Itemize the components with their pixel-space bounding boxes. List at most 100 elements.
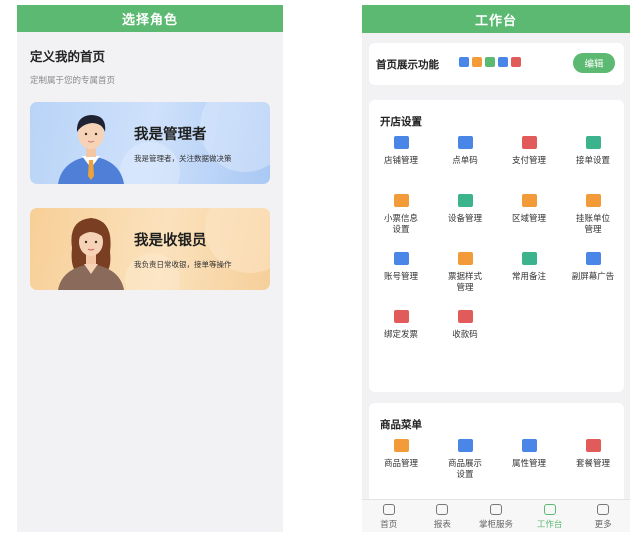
section-title: 商品菜单: [380, 419, 422, 431]
edit-button[interactable]: 编辑: [573, 53, 615, 73]
role-select-screen: 选择角色 定义我的首页 定制属于您的专属首页 我是管理者 我是管理者，关注数据做…: [17, 5, 283, 532]
grid-item-label: 票据样式 管理: [447, 272, 482, 293]
grid-item-label: 账号管理: [383, 272, 418, 282]
shop-settings-section: 开店设置 店铺管理 点单码 支付管理 接单设置小票信息 设置 设备管理 区域管理 挂账单位 …: [369, 100, 624, 392]
grid-item-label: 挂账单位 管理: [575, 214, 610, 235]
ticket-style-icon: [457, 252, 473, 265]
grid-item-label: 设备管理: [447, 214, 482, 224]
header-title: 选择角色: [17, 5, 283, 32]
grid-item-label: 商品展示 设置: [447, 459, 482, 480]
collect-code-icon: [457, 310, 473, 323]
tab-workbench[interactable]: 工作台: [523, 500, 577, 532]
grid-item-label: 接单设置: [575, 156, 610, 166]
grid-item-goods-display[interactable]: 商品展示 设置: [434, 439, 496, 481]
order-settings-icon: [585, 136, 601, 149]
role-text: 我是管理者 我是管理者，关注数据做决策: [134, 123, 232, 164]
grid-item-label: 小票信息 设置: [383, 214, 418, 235]
grid-item-label: 常用备注: [511, 272, 546, 282]
grid-item-account[interactable]: 账号管理: [370, 252, 432, 283]
grid-item-second-screen-ad[interactable]: 副屏幕广告: [562, 252, 624, 283]
grid-item-label: 套餐管理: [575, 459, 610, 469]
tab-report[interactable]: 报表: [416, 500, 470, 532]
tab-label: 工作台: [536, 520, 563, 530]
tab-home[interactable]: 首页: [362, 500, 416, 532]
female-cashier-avatar: [58, 218, 124, 290]
grid-item-order-settings[interactable]: 接单设置: [562, 136, 624, 167]
receipt-icon: [393, 194, 409, 207]
grid-item-credit-unit[interactable]: 挂账单位 管理: [562, 194, 624, 236]
invoice-icon: [393, 310, 409, 323]
goods-display-icon: [457, 439, 473, 452]
intro-block: 定义我的首页 定制属于您的专属首页: [17, 32, 283, 86]
feature-icon: [498, 57, 508, 67]
grid-item-store[interactable]: 店铺管理: [370, 136, 432, 167]
home-feature-card: 首页展示功能 编辑: [369, 43, 624, 85]
second-screen-ad-icon: [585, 252, 601, 265]
workbench-screen: 工作台 首页展示功能 编辑 开店设置 店铺管理 点单码 支付管理 接单设置小票信息 设…: [362, 5, 630, 532]
grid-item-label: 收款码: [452, 330, 478, 340]
role-title: 我是管理者: [134, 127, 207, 143]
area-icon: [521, 194, 537, 207]
grid-item-payment[interactable]: 支付管理: [498, 136, 560, 167]
role-desc: 我是管理者，关注数据做决策: [134, 154, 232, 163]
grid-item-area[interactable]: 区域管理: [498, 194, 560, 225]
report-icon: [436, 504, 449, 515]
feature-icon-strip: [459, 57, 521, 67]
home-icon: [382, 504, 395, 515]
grid-item-ticket-style[interactable]: 票据样式 管理: [434, 252, 496, 294]
payment-icon: [521, 136, 537, 149]
grid-item-invoice[interactable]: 绑定发票: [370, 310, 432, 341]
combo-icon: [585, 439, 601, 452]
credit-unit-icon: [585, 194, 601, 207]
grid-item-label: 属性管理: [511, 459, 546, 469]
bottom-tab-bar: 首页 报表 掌柜服务 工作台 更多: [362, 499, 630, 532]
intro-title: 定义我的首页: [30, 49, 106, 64]
grid-item-label: 区域管理: [511, 214, 546, 224]
workbench-icon: [543, 504, 556, 515]
goods-icon: [393, 439, 409, 452]
grid-item-qr-code[interactable]: 点单码: [434, 136, 496, 167]
tab-crown[interactable]: 掌柜服务: [469, 500, 523, 532]
crown-icon: [489, 504, 502, 515]
feature-icon: [472, 57, 482, 67]
qr-code-icon: [457, 136, 473, 149]
grid-item-note[interactable]: 常用备注: [498, 252, 560, 283]
grid-item-combo[interactable]: 套餐管理: [562, 439, 624, 470]
feature-icon: [511, 57, 521, 67]
header-title: 工作台: [362, 5, 630, 33]
tab-label: 报表: [433, 520, 451, 530]
male-manager-avatar: [58, 115, 124, 184]
goods-menu-section: 商品菜单 商品管理 商品展示 设置 属性管理 套餐管理: [369, 403, 624, 503]
device-icon: [457, 194, 473, 207]
grid-item-collect-code[interactable]: 收款码: [434, 310, 496, 341]
more-icon: [597, 504, 610, 515]
grid-item-label: 店铺管理: [383, 156, 418, 166]
tab-label: 首页: [380, 520, 398, 530]
grid-item-label: 商品管理: [383, 459, 418, 469]
grid-item-attribute[interactable]: 属性管理: [498, 439, 560, 470]
tab-label: 更多: [594, 520, 612, 530]
feature-icon: [485, 57, 495, 67]
attribute-icon: [521, 439, 537, 452]
role-desc: 我负责日常收银，接单等操作: [134, 260, 232, 269]
store-icon: [393, 136, 409, 149]
tab-label: 掌柜服务: [478, 520, 513, 530]
role-card-manager[interactable]: 我是管理者 我是管理者，关注数据做决策: [30, 102, 270, 184]
grid-item-label: 绑定发票: [383, 330, 418, 340]
grid-item-label: 支付管理: [511, 156, 546, 166]
grid-item-device[interactable]: 设备管理: [434, 194, 496, 225]
role-title: 我是收银员: [134, 233, 207, 249]
tab-more[interactable]: 更多: [576, 500, 630, 532]
grid-item-receipt[interactable]: 小票信息 设置: [370, 194, 432, 236]
grid-item-label: 点单码: [452, 156, 478, 166]
account-icon: [393, 252, 409, 265]
note-icon: [521, 252, 537, 265]
feature-label: 首页展示功能: [376, 59, 439, 71]
role-card-cashier[interactable]: 我是收银员 我负责日常收银，接单等操作: [30, 208, 270, 290]
feature-icon: [459, 57, 469, 67]
section-title: 开店设置: [380, 116, 422, 128]
grid-item-label: 副屏幕广告: [571, 272, 615, 282]
intro-subtitle: 定制属于您的专属首页: [30, 76, 116, 86]
role-text: 我是收银员 我负责日常收银，接单等操作: [134, 229, 232, 270]
grid-item-goods[interactable]: 商品管理: [370, 439, 432, 470]
